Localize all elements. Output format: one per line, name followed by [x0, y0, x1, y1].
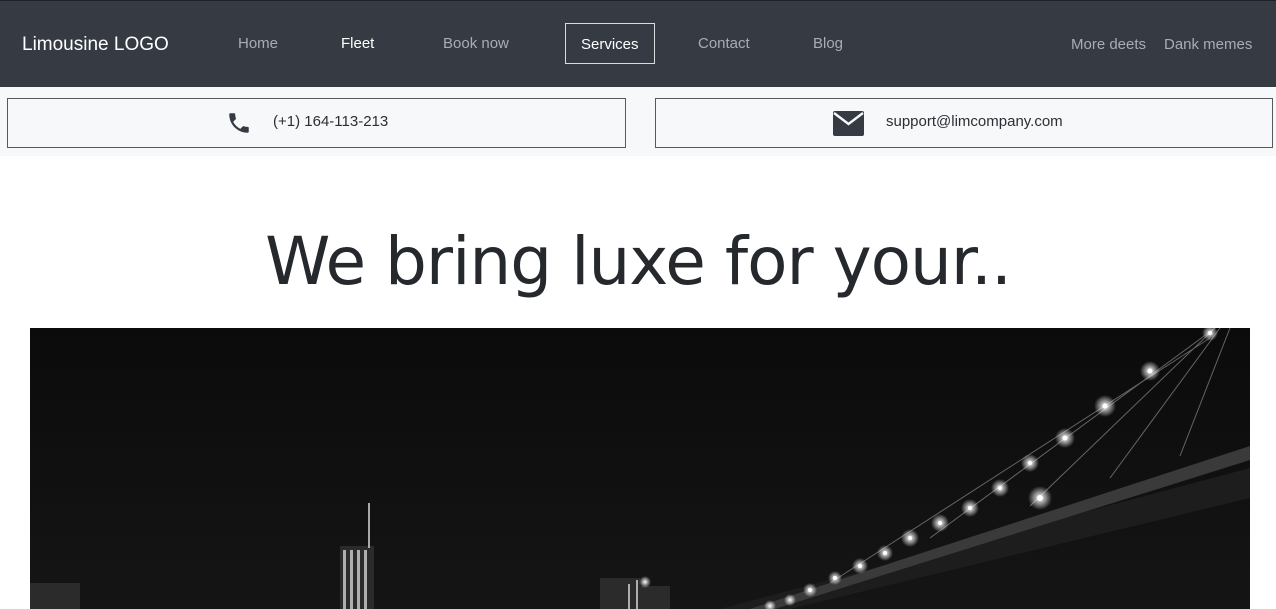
phone-icon [226, 110, 252, 141]
phone-contact-box[interactable]: (+1) 164-113-213 [7, 98, 626, 148]
nav-link-fleet[interactable]: Fleet [341, 34, 374, 54]
email-contact-box[interactable]: support@limcompany.com [655, 98, 1273, 148]
brand-logo[interactable]: Limousine LOGO [22, 34, 169, 56]
hero-title: We bring luxe for your.. [265, 223, 1012, 300]
hero-image [30, 328, 1250, 609]
phone-number[interactable]: (+1) 164-113-213 [273, 113, 388, 131]
email-address[interactable]: support@limcompany.com [886, 113, 1063, 131]
contact-strip: (+1) 164-113-213 support@limcompany.com [0, 87, 1276, 156]
nav-link-home[interactable]: Home [238, 34, 278, 54]
envelope-icon [833, 111, 864, 141]
nav-link-blog[interactable]: Blog [813, 34, 843, 54]
nav-link-dank-memes[interactable]: Dank memes [1164, 35, 1252, 55]
top-navbar: Limousine LOGO Home Fleet Book now Servi… [0, 0, 1276, 87]
nav-link-more-deets[interactable]: More deets [1071, 35, 1146, 55]
nav-link-services[interactable]: Services [565, 23, 655, 64]
nav-link-contact[interactable]: Contact [698, 34, 750, 54]
nav-link-book-now[interactable]: Book now [443, 34, 509, 54]
